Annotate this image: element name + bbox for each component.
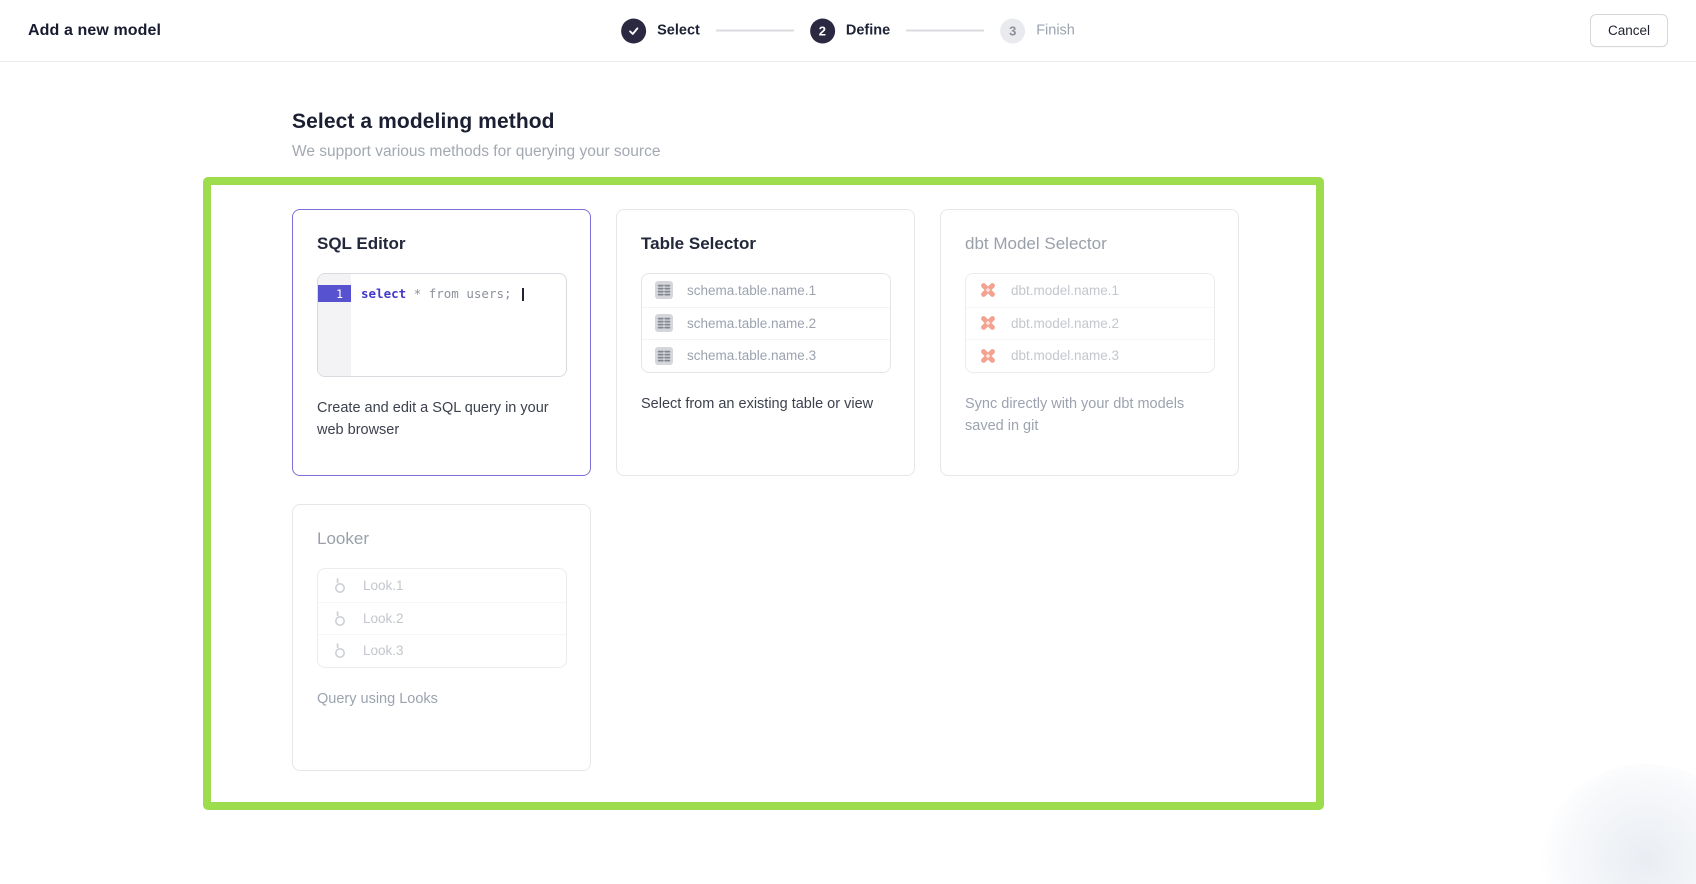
list-item: schema.table.name.2 (642, 307, 890, 340)
wizard-header: Add a new model Select 2 Define 3 Finish… (0, 0, 1696, 62)
looker-pin-icon (329, 608, 350, 629)
table-item-label: schema.table.name.3 (687, 348, 816, 363)
main-content: Select a modeling method We support vari… (0, 62, 1696, 771)
section-heading: Select a modeling method (292, 110, 1696, 134)
list-item: schema.table.name.1 (642, 274, 890, 307)
dbt-pinwheel-icon (977, 345, 998, 366)
table-item-label: schema.table.name.1 (687, 283, 816, 298)
card-table-selector-title: Table Selector (641, 234, 890, 254)
sql-keyword: select (361, 286, 406, 301)
table-list-preview: schema.table.name.1 schema.table.name.2 … (641, 273, 891, 373)
corner-widget-ghost (1541, 764, 1696, 884)
list-item: Look.3 (318, 634, 566, 667)
sql-editor-gutter: 1 (318, 274, 351, 376)
card-dbt-model-selector[interactable]: dbt Model Selector dbt.model.name.1 dbt.… (940, 209, 1239, 476)
card-looker[interactable]: Looker Look.1 Look.2 (292, 504, 591, 771)
sql-editor-preview: 1 select * from users; (317, 273, 567, 377)
looker-pin-icon (329, 640, 350, 661)
card-table-selector[interactable]: Table Selector schema.table.name.1 schem… (616, 209, 915, 476)
sql-code-rest: * from users; (406, 286, 519, 301)
text-cursor (522, 288, 524, 301)
looker-item-label: Look.1 (363, 578, 404, 593)
looker-item-label: Look.2 (363, 611, 404, 626)
table-grid-icon (653, 280, 674, 301)
card-sql-editor[interactable]: SQL Editor 1 select * from users; Create… (292, 209, 591, 476)
card-looker-description: Query using Looks (317, 688, 562, 710)
sql-line-number: 1 (318, 285, 351, 302)
card-dbt-description: Sync directly with your dbt models saved… (965, 393, 1210, 438)
sql-code-line: select * from users; (351, 274, 566, 376)
list-item: Look.2 (318, 602, 566, 635)
dbt-pinwheel-icon (977, 280, 998, 301)
dbt-pinwheel-icon (977, 313, 998, 334)
list-item: dbt.model.name.2 (966, 307, 1214, 340)
page-title: Add a new model (28, 22, 161, 40)
step-select-indicator (621, 18, 646, 43)
step-define-indicator: 2 (810, 18, 835, 43)
table-grid-icon (653, 313, 674, 334)
dbt-item-label: dbt.model.name.3 (1011, 348, 1119, 363)
wizard-stepper: Select 2 Define 3 Finish (621, 18, 1075, 43)
table-grid-icon (653, 345, 674, 366)
card-sql-editor-title: SQL Editor (317, 234, 566, 254)
cancel-button[interactable]: Cancel (1590, 14, 1668, 47)
step-finish: 3 Finish (1000, 18, 1075, 43)
dbt-item-label: dbt.model.name.2 (1011, 316, 1119, 331)
dbt-list-preview: dbt.model.name.1 dbt.model.name.2 dbt.mo… (965, 273, 1215, 373)
step-define: 2 Define (810, 18, 890, 43)
step-connector (906, 30, 984, 32)
section-subheading: We support various methods for querying … (292, 143, 1696, 161)
list-item: Look.1 (318, 569, 566, 602)
looker-list-preview: Look.1 Look.2 Look.3 (317, 568, 567, 668)
list-item: schema.table.name.3 (642, 339, 890, 372)
table-item-label: schema.table.name.2 (687, 316, 816, 331)
step-select: Select (621, 18, 700, 43)
looker-item-label: Look.3 (363, 643, 404, 658)
check-icon (623, 20, 644, 41)
dbt-item-label: dbt.model.name.1 (1011, 283, 1119, 298)
step-select-label: Select (657, 23, 700, 39)
step-finish-indicator: 3 (1000, 18, 1025, 43)
card-table-selector-description: Select from an existing table or view (641, 393, 886, 415)
list-item: dbt.model.name.3 (966, 339, 1214, 372)
step-define-label: Define (846, 23, 890, 39)
card-looker-title: Looker (317, 529, 566, 549)
method-cards-grid: SQL Editor 1 select * from users; Create… (292, 209, 1696, 771)
card-dbt-title: dbt Model Selector (965, 234, 1214, 254)
list-item: dbt.model.name.1 (966, 274, 1214, 307)
step-connector (716, 30, 794, 32)
looker-pin-icon (329, 575, 350, 596)
step-finish-label: Finish (1036, 23, 1075, 39)
card-sql-editor-description: Create and edit a SQL query in your web … (317, 397, 562, 442)
